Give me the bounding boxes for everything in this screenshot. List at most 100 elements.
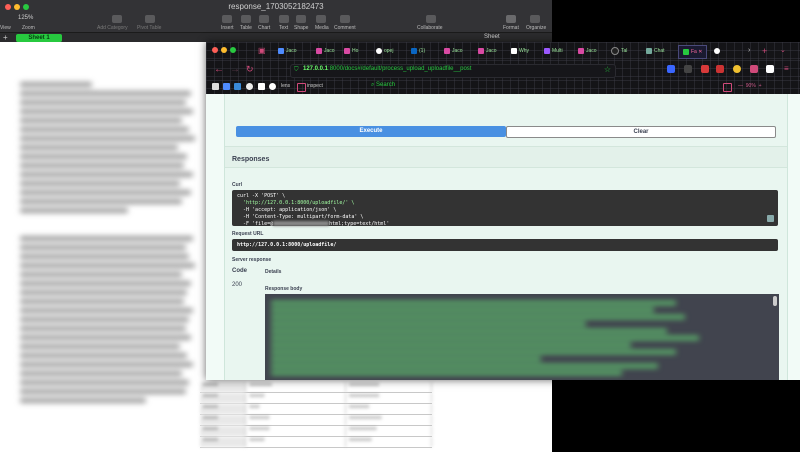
- browser-tab[interactable]: Jaco: [444, 45, 463, 57]
- toolbar-organize[interactable]: Organize: [526, 25, 546, 31]
- browser-tab[interactable]: opej: [376, 45, 393, 57]
- bookmark-icon[interactable]: [223, 83, 230, 90]
- reader-icon[interactable]: [723, 83, 732, 92]
- copy-icon[interactable]: [767, 215, 774, 222]
- add-category-icon: [112, 15, 122, 23]
- table-row[interactable]: xxxxxxxxxxxxxxxxxxxxxxxxxxx: [200, 415, 432, 426]
- toolbar-insert[interactable]: Insert: [221, 25, 234, 31]
- scrollbar[interactable]: [773, 296, 777, 306]
- url-text: 127.0.0.1:8000/docs#/default/process_upl…: [303, 66, 471, 72]
- reload-icon[interactable]: ↻: [246, 64, 254, 75]
- insert-icon: [222, 15, 232, 23]
- toolbar-view[interactable]: View: [0, 25, 11, 31]
- swagger-operation-panel: Execute Clear Responses Curl curl -X 'PO…: [224, 94, 788, 380]
- bookmark-icon[interactable]: [246, 83, 253, 90]
- table-row[interactable]: xxxxxxxxxxxxxxxxxxxxxxxxxxx: [200, 382, 432, 393]
- toolbar-text[interactable]: Text: [279, 25, 288, 31]
- sidebar-toggle-icon[interactable]: ▣: [258, 45, 266, 57]
- menu-icon[interactable]: ≡: [784, 64, 789, 73]
- execute-button[interactable]: Execute: [236, 126, 506, 137]
- new-tab-button[interactable]: +: [762, 45, 767, 57]
- spreadsheet-table[interactable]: xxxxxx xxxxxxxxx xxxxxxxxxxxx xxxxxx xxxxxx…: [200, 382, 432, 448]
- extension-icon[interactable]: [701, 65, 709, 73]
- table-row[interactable]: xxxxxx xxxxxx xxxxxxxxxxxx: [200, 393, 432, 404]
- collaborate-icon: [426, 15, 436, 23]
- tab-label: Jaco: [452, 48, 463, 54]
- table-row[interactable]: xxxxxx xxxx xxxxxxxx: [200, 404, 432, 415]
- active-browser-tab[interactable]: Fa ✕: [678, 45, 708, 59]
- extension-icon[interactable]: [750, 65, 758, 73]
- shape-icon: [296, 15, 306, 23]
- add-sheet-button[interactable]: +: [3, 33, 8, 42]
- forward-arrow-icon[interactable]: →: [230, 64, 240, 75]
- table-row[interactable]: xxxxxx xxxxxxxx xxxxxxxxxxx: [200, 426, 432, 437]
- minimize-window-button[interactable]: [221, 47, 227, 53]
- browser-tab[interactable]: Jaco: [316, 45, 335, 57]
- toolbar-table[interactable]: Table: [240, 25, 252, 31]
- clear-button[interactable]: Clear: [506, 126, 776, 138]
- toolbar-shape[interactable]: Shape: [294, 25, 308, 31]
- close-window-button[interactable]: [212, 47, 218, 53]
- comment-icon: [340, 15, 350, 23]
- bookmark-inspect[interactable]: inspect: [307, 83, 323, 89]
- sheet-tab[interactable]: Sheet 1: [16, 34, 62, 42]
- url-host: 127.0.0.1: [303, 66, 329, 72]
- zoom-dropdown[interactable]: 125%: [18, 15, 33, 21]
- browser-tab[interactable]: Tal: [611, 45, 627, 57]
- response-body-block[interactable]: [265, 294, 779, 380]
- browser-tab[interactable]: Ho: [344, 45, 358, 57]
- tab-label: opej: [384, 48, 394, 54]
- close-tab-icon[interactable]: ✕: [698, 49, 702, 55]
- extensions-puzzle-icon[interactable]: [766, 65, 774, 73]
- tab-label: Jaco: [486, 48, 497, 54]
- bookmark-search[interactable]: ⌕ Search: [371, 82, 395, 89]
- request-url-block[interactable]: http://127.0.0.1:8000/uploadfile/: [232, 239, 778, 251]
- url-path: :8000/docs#/default/process_upload_uploa…: [328, 66, 472, 72]
- browser-tab-bar: ▣ Jaco Jaco Ho opej (1) Jaco Jaco Why Mu…: [206, 42, 800, 60]
- browser-tab[interactable]: Jaco: [478, 45, 497, 57]
- browser-tab[interactable]: Chat: [646, 45, 665, 57]
- extension-icon[interactable]: [667, 65, 675, 73]
- table-row[interactable]: xxxxxx xxxxxx xxxxxxxxx: [200, 437, 432, 448]
- curl-line: -H 'Content-Type: multipart/form-data' \: [237, 214, 364, 220]
- curl-code-block[interactable]: curl -X 'POST' \ 'http://127.0.0.1:8000/…: [232, 190, 778, 227]
- browser-tab[interactable]: (1): [411, 45, 425, 57]
- search-icon: ⌕: [371, 82, 375, 88]
- toolbar-chart[interactable]: Chart: [258, 25, 270, 31]
- bookmark-icon[interactable]: [269, 83, 276, 90]
- bookmark-lens[interactable]: lens: [281, 83, 290, 89]
- maximize-window-button[interactable]: [230, 47, 236, 53]
- extension-icon[interactable]: [733, 65, 741, 73]
- back-arrow-icon[interactable]: ←: [214, 64, 224, 75]
- linkedin-icon: [411, 47, 417, 54]
- browser-tab[interactable]: Jaco: [578, 45, 597, 57]
- extension-icon[interactable]: [684, 65, 692, 73]
- address-bar[interactable]: ⛉ 127.0.0.1:8000/docs#/default/process_u…: [290, 64, 616, 78]
- extension-icon[interactable]: [716, 65, 724, 73]
- toolbar-media[interactable]: Media: [315, 25, 329, 31]
- browser-tab[interactable]: Why: [511, 45, 529, 57]
- chevron-down-icon[interactable]: ⌄: [780, 45, 786, 57]
- tab-favicon: [316, 47, 322, 54]
- chevron-right-icon[interactable]: ›: [748, 45, 750, 57]
- toolbar-collaborate[interactable]: Collaborate: [417, 25, 443, 31]
- toolbar-add-category[interactable]: Add Category: [97, 25, 128, 31]
- toolbar-format[interactable]: Format: [503, 25, 519, 31]
- bookmark-icon[interactable]: [212, 83, 219, 90]
- bookmark-icon[interactable]: [234, 83, 241, 90]
- server-response-label: Server response: [232, 257, 272, 263]
- bookmark-icon[interactable]: [258, 83, 265, 90]
- request-url: http://127.0.0.1:8000/uploadfile/: [237, 242, 337, 248]
- browser-tab[interactable]: [714, 45, 722, 57]
- zoom-controls[interactable]: — 90% +: [738, 83, 762, 89]
- blurred-response-body: [271, 298, 721, 378]
- bookmark-star-icon[interactable]: ☆: [604, 65, 611, 74]
- tab-favicon: [578, 47, 584, 54]
- tab-favicon: [646, 47, 652, 54]
- toolbar-pivot-table[interactable]: Pivot Table: [137, 25, 161, 31]
- code-column-header: Code: [232, 268, 247, 274]
- toolbar-comment[interactable]: Comment: [334, 25, 356, 31]
- toolbar-zoom[interactable]: Zoom: [22, 25, 35, 31]
- browser-tab[interactable]: Jaco: [278, 45, 297, 57]
- browser-tab[interactable]: Multi: [544, 45, 563, 57]
